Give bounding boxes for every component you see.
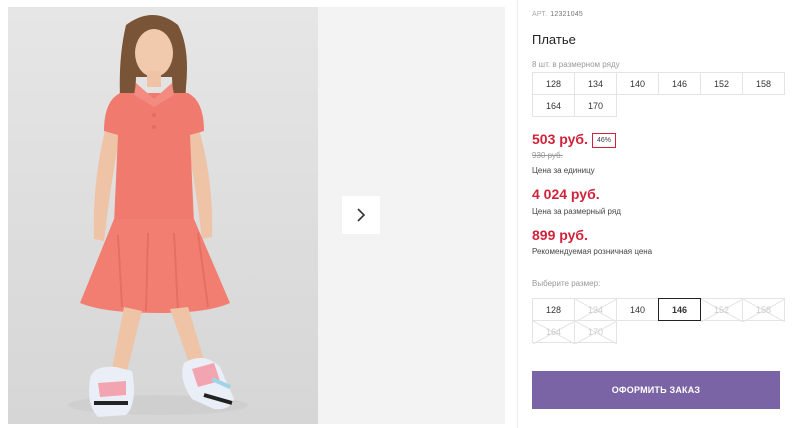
row-price: 4 024 руб. <box>532 186 600 202</box>
size-row-grid: 128 134 140 146 152 158 164 170 <box>532 72 785 117</box>
size-option-label: 170 <box>587 326 604 337</box>
discount-badge: 46% <box>592 133 617 148</box>
size-row-cell: 146 <box>658 72 701 95</box>
size-row-cell: 170 <box>574 94 617 117</box>
old-price: 930 руб. <box>532 151 563 160</box>
size-option-140[interactable]: 140 <box>616 298 659 321</box>
size-select-grid: 128 134 140 146 152 158 164 170 <box>532 298 785 344</box>
retail-price: 899 руб. <box>532 227 588 243</box>
size-option-128[interactable]: 128 <box>532 298 575 321</box>
size-option-label: 146 <box>671 304 688 315</box>
size-row-cell: 158 <box>742 72 785 95</box>
product-title: Платье <box>532 32 576 47</box>
unit-price-note: Цена за единицу <box>532 166 595 175</box>
size-option-164: 164 <box>532 320 575 344</box>
gallery-next-button[interactable] <box>342 196 380 234</box>
row-price-note: Цена за размерный ряд <box>532 207 621 216</box>
size-row-cell: 134 <box>574 72 617 95</box>
size-row-cell: 152 <box>700 72 743 95</box>
size-option-170: 170 <box>574 320 617 344</box>
size-option-label: 134 <box>587 304 604 315</box>
size-row-hint: 8 шт. в размерном ряду <box>532 60 620 69</box>
panel-divider <box>517 0 518 428</box>
chevron-right-icon <box>357 208 366 222</box>
unit-price: 503 руб. <box>532 131 588 147</box>
article-value: 12321045 <box>550 11 584 18</box>
size-option-label: 140 <box>629 304 646 315</box>
size-option-label: 128 <box>545 304 562 315</box>
size-option-146[interactable]: 146 <box>658 298 701 321</box>
size-option-label: 164 <box>545 326 562 337</box>
order-button[interactable]: ОФОРМИТЬ ЗАКАЗ <box>532 371 780 409</box>
size-option-label: 158 <box>755 304 772 315</box>
article-number: АРТ. 12321045 <box>532 11 583 18</box>
product-photo <box>8 7 318 424</box>
size-option-134: 134 <box>574 298 617 322</box>
size-row-cell: 140 <box>616 72 659 95</box>
size-option-152: 152 <box>700 298 743 322</box>
size-option-158: 158 <box>742 298 785 322</box>
article-label: АРТ. <box>532 11 548 18</box>
retail-price-note: Рекомендуемая розничная цена <box>532 247 653 256</box>
size-row-cell: 128 <box>532 72 575 95</box>
product-gallery <box>8 7 505 424</box>
size-option-label: 152 <box>713 304 730 315</box>
choose-size-label: Выберите размер: <box>532 279 601 288</box>
size-row-cell: 164 <box>532 94 575 117</box>
